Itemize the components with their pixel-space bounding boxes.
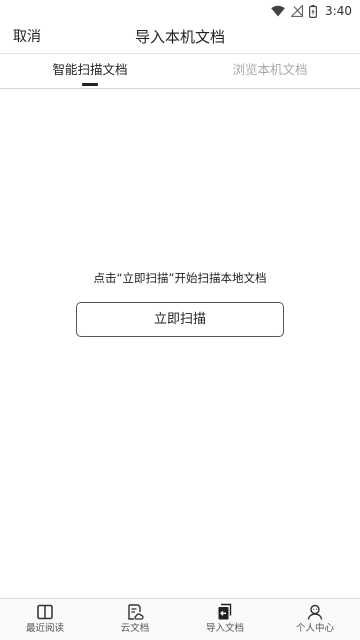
- bottom-nav: 最近阅读 云文档 导入文档 个人中心: [0, 598, 360, 640]
- status-icons: 3:40: [271, 4, 352, 18]
- nav-label: 导入文档: [205, 623, 244, 634]
- nav-item-cloud-docs[interactable]: 云文档: [90, 599, 180, 640]
- import-doc-icon: [216, 603, 234, 621]
- nav-item-import-docs[interactable]: 导入文档: [180, 599, 270, 640]
- book-icon: [36, 603, 54, 621]
- nav-label: 个人中心: [295, 623, 334, 634]
- app-bar: 导入本机文档 取消: [0, 22, 360, 52]
- cancel-button[interactable]: 取消: [13, 27, 41, 47]
- battery-icon: [309, 4, 318, 18]
- person-icon: [306, 603, 324, 621]
- scan-hint-text: 点击“立即扫描”开始扫描本地文档: [93, 271, 267, 285]
- scan-now-button[interactable]: 立即扫描: [76, 302, 284, 337]
- nav-label: 最近阅读: [25, 623, 64, 634]
- tab-label: 智能扫描文档: [52, 62, 128, 77]
- tab-browse-local[interactable]: 浏览本机文档: [180, 54, 360, 88]
- nav-label: 云文档: [120, 623, 150, 634]
- tab-smart-scan[interactable]: 智能扫描文档: [0, 54, 180, 88]
- tabs-divider: [0, 88, 360, 89]
- status-time: 3:40: [325, 4, 352, 18]
- tab-bar: 智能扫描文档 浏览本机文档: [0, 54, 360, 88]
- wifi-icon: [271, 5, 285, 17]
- status-bar: 3:40: [0, 0, 360, 22]
- page-title: 导入本机文档: [134, 28, 225, 46]
- cloud-doc-icon: [126, 603, 144, 621]
- nav-item-recent-reading[interactable]: 最近阅读: [0, 599, 90, 640]
- no-signal-icon: [291, 5, 304, 17]
- nav-item-personal-center[interactable]: 个人中心: [270, 599, 360, 640]
- tab-label: 浏览本机文档: [232, 62, 308, 77]
- tab-active-indicator: [82, 83, 98, 86]
